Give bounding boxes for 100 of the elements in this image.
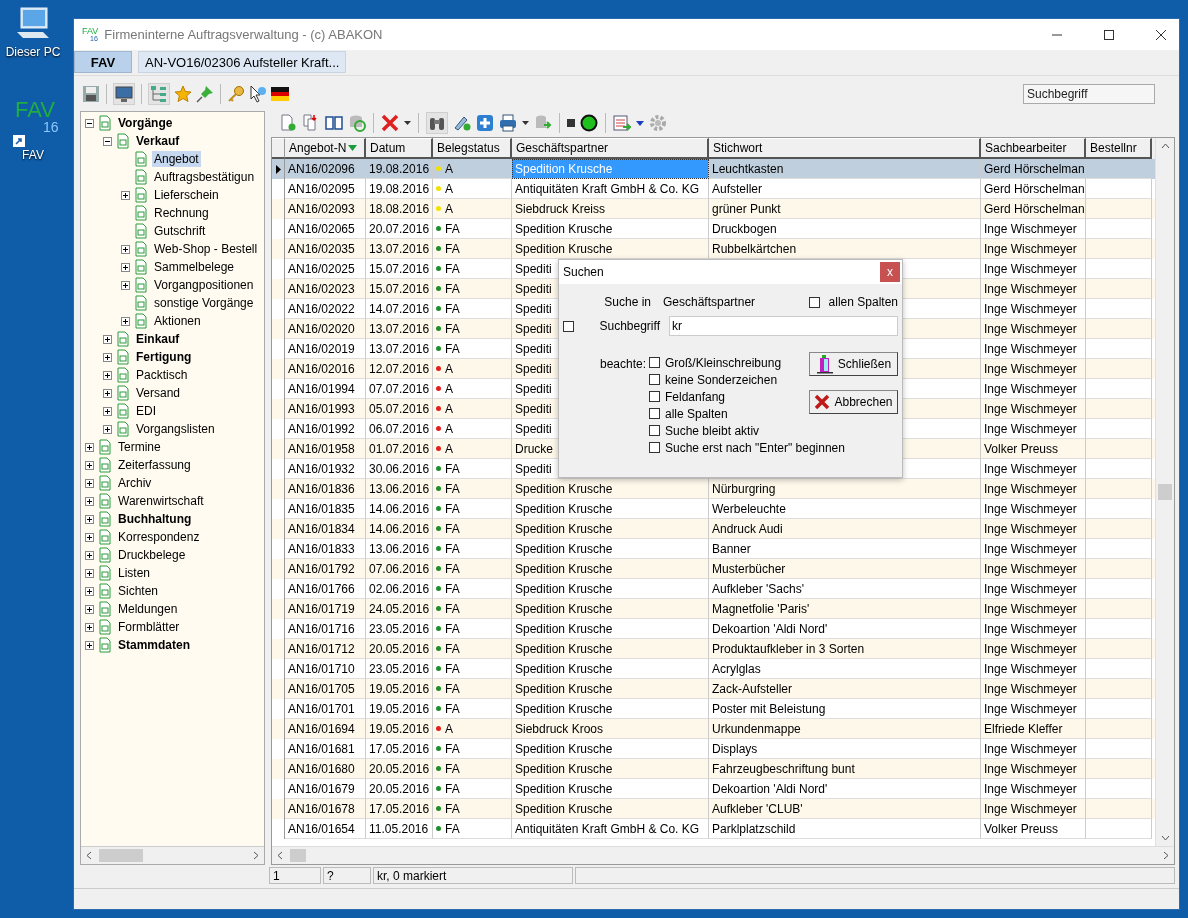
app-logo[interactable]: FAV 16 <box>7 97 59 145</box>
tree-item[interactable]: Druckbelege <box>116 547 188 563</box>
book-icon[interactable] <box>325 114 343 132</box>
save-icon[interactable] <box>82 85 100 103</box>
checkbox[interactable] <box>649 374 660 385</box>
expand-icon[interactable] <box>85 514 94 524</box>
help-cursor-icon[interactable] <box>249 85 267 103</box>
tree-item[interactable]: Fertigung <box>134 349 194 365</box>
tree-item[interactable]: Einkauf <box>134 331 182 347</box>
expand-icon[interactable] <box>121 280 130 290</box>
caret-icon[interactable] <box>522 121 529 125</box>
tree-item[interactable]: Korrespondenz <box>116 529 202 545</box>
horizontal-scrollbar[interactable] <box>81 846 264 864</box>
checkbox-label[interactable]: allen Spalten <box>828 295 898 309</box>
checkbox[interactable] <box>649 442 660 453</box>
expand-icon[interactable] <box>103 352 112 362</box>
database-refresh-icon[interactable] <box>348 114 366 132</box>
search-term-field[interactable]: kr <box>669 316 898 336</box>
cancel-button[interactable]: Abbrechen <box>809 390 898 414</box>
close-icon[interactable] <box>1155 28 1167 41</box>
search-field[interactable]: Suchbegriff <box>1023 84 1155 104</box>
tree-item[interactable]: Zeiterfassung <box>116 457 193 473</box>
tree-item[interactable]: Vorgänge <box>116 115 175 131</box>
expand-icon[interactable] <box>85 622 94 632</box>
collapse-icon[interactable] <box>103 136 112 146</box>
printer-icon[interactable] <box>499 114 517 132</box>
expand-icon[interactable] <box>85 640 94 650</box>
tree-item[interactable]: Verkauf <box>134 133 182 149</box>
checkbox[interactable] <box>649 425 660 436</box>
pushpin-icon[interactable] <box>196 85 214 103</box>
tree-item[interactable]: Packtisch <box>134 367 190 383</box>
tree-item[interactable]: Vorgangpositionen <box>152 277 256 293</box>
expand-icon[interactable] <box>85 550 94 560</box>
tree-item[interactable]: Web-Shop - Bestell <box>152 241 260 257</box>
tree-item[interactable]: Termine <box>116 439 163 455</box>
expand-icon[interactable] <box>85 586 94 596</box>
caret-icon[interactable] <box>404 121 411 125</box>
expand-icon[interactable] <box>85 478 94 488</box>
tab[interactable]: FAV <box>74 51 132 73</box>
expand-icon[interactable] <box>121 190 130 200</box>
status-light-icon[interactable] <box>580 114 598 132</box>
tree-item[interactable]: Vorgangslisten <box>134 421 217 437</box>
column-header[interactable]: Angebot-N <box>285 138 366 159</box>
collapse-icon[interactable] <box>85 118 94 128</box>
expand-icon[interactable] <box>103 370 112 380</box>
tree-item[interactable]: Gutschrift <box>152 223 208 239</box>
tree-item[interactable]: Buchhaltung <box>116 511 194 527</box>
expand-icon[interactable] <box>103 334 112 344</box>
maximize-icon[interactable] <box>1103 28 1115 41</box>
scrollbar-thumb[interactable] <box>1158 484 1172 500</box>
tree-item[interactable]: Archiv <box>116 475 154 491</box>
expand-icon[interactable] <box>121 244 130 254</box>
checkbox[interactable] <box>808 296 820 308</box>
expand-icon[interactable] <box>85 442 94 452</box>
column-header[interactable]: Bestellnr <box>1086 138 1152 159</box>
scrollbar-thumb[interactable] <box>290 849 306 862</box>
tree-item[interactable]: Listen <box>116 565 153 581</box>
pen-icon[interactable] <box>453 114 471 132</box>
tree-view-button[interactable] <box>148 83 170 105</box>
expand-icon[interactable] <box>103 424 112 434</box>
tree-item[interactable]: Versand <box>134 385 183 401</box>
checkbox[interactable] <box>649 408 660 419</box>
checkbox[interactable] <box>649 391 660 402</box>
tree-item[interactable]: Lieferschein <box>152 187 221 203</box>
tab[interactable]: AN-VO16/02306 Aufsteller Kraft... <box>138 51 347 73</box>
caret-icon[interactable] <box>636 120 644 126</box>
expand-icon[interactable] <box>121 316 130 326</box>
tree-item[interactable]: sonstige Vorgänge <box>152 295 256 311</box>
checkbox[interactable] <box>563 320 574 332</box>
tree-item[interactable]: Stammdaten <box>116 637 193 653</box>
expand-icon[interactable] <box>103 406 112 416</box>
copy-document-icon[interactable] <box>302 114 320 132</box>
desktop-icon-label[interactable]: FAV <box>22 148 44 162</box>
tree-item[interactable]: Sammelbelege <box>152 259 237 275</box>
expand-icon[interactable] <box>121 262 130 272</box>
scrollbar-thumb[interactable] <box>99 849 143 862</box>
german-flag-icon[interactable] <box>271 87 289 101</box>
monitor-button[interactable] <box>113 83 135 105</box>
desktop-icon-label[interactable]: Dieser PC <box>5 45 61 59</box>
star-icon[interactable] <box>174 85 192 103</box>
expand-icon[interactable] <box>85 460 94 470</box>
expand-icon[interactable] <box>85 568 94 578</box>
horizontal-scrollbar[interactable] <box>272 846 1174 864</box>
column-header[interactable]: Belegstatus <box>433 138 512 159</box>
close-button[interactable]: x <box>880 262 900 282</box>
tree-item[interactable]: Warenwirtschaft <box>116 493 206 509</box>
close-dialog-button[interactable]: Schließen <box>809 352 898 376</box>
column-header[interactable]: Geschäftspartner <box>512 138 709 159</box>
expand-icon[interactable] <box>103 388 112 398</box>
delete-icon[interactable] <box>381 114 399 132</box>
column-header[interactable]: Stichwort <box>709 138 981 159</box>
new-document-icon[interactable] <box>279 114 297 132</box>
expand-icon[interactable] <box>85 496 94 506</box>
tree-item[interactable]: Angebot <box>152 151 201 167</box>
column-header[interactable]: Datum <box>366 138 433 159</box>
column-header[interactable]: Sachbearbeiter <box>981 138 1086 159</box>
tree-item[interactable]: Auftragsbestätigun <box>152 169 257 185</box>
expand-icon[interactable] <box>85 604 94 614</box>
binoculars-button[interactable] <box>426 112 448 134</box>
tree-item[interactable]: Meldungen <box>116 601 180 617</box>
